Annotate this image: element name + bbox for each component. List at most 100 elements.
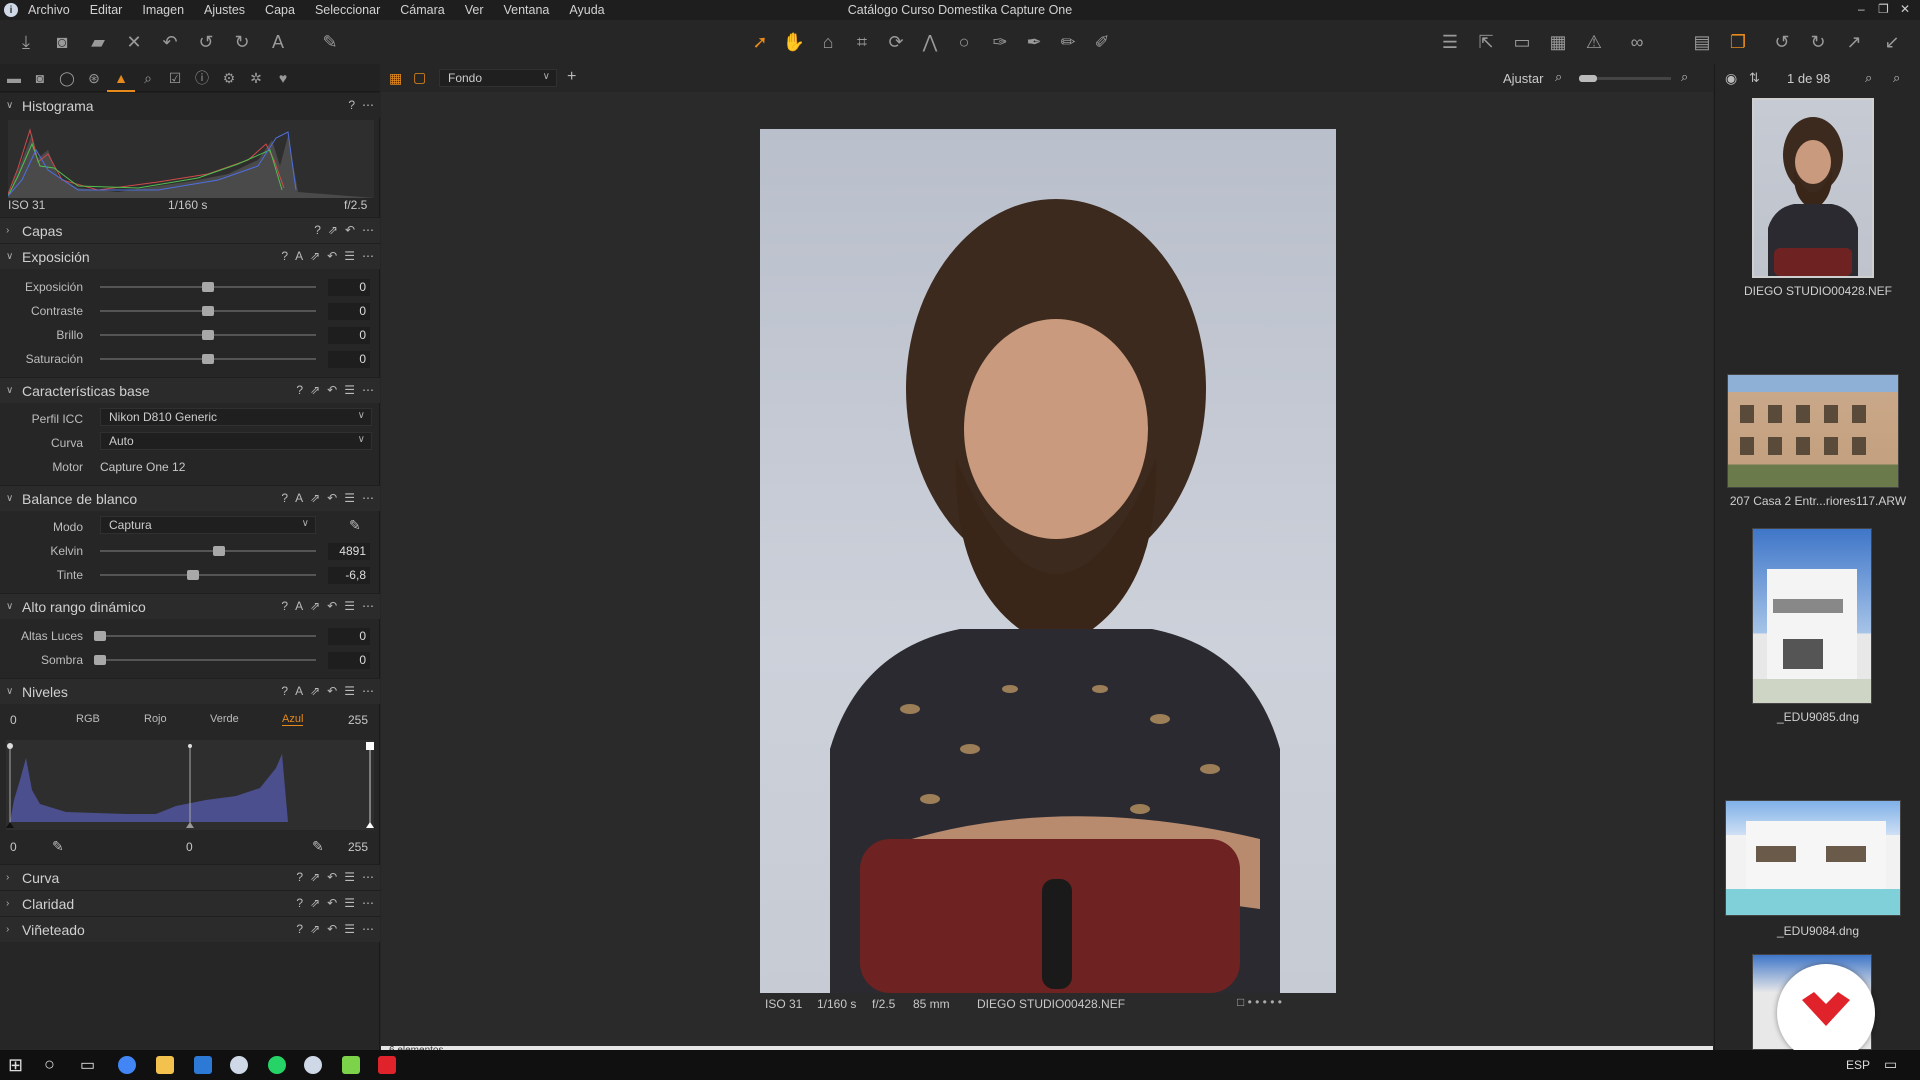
copy-icon[interactable]: ⇗ xyxy=(310,491,320,505)
color-tab-icon[interactable]: ⊛ xyxy=(84,68,104,88)
warning-icon[interactable]: ⚠ xyxy=(1582,30,1606,54)
more-icon[interactable]: ⋯ xyxy=(362,870,374,884)
section-balance-blanco[interactable]: ∨ Balance de blanco ? A ⇗ ↶ ☰ ⋯ xyxy=(0,485,380,511)
close-icon[interactable]: ✕ xyxy=(1900,2,1910,16)
workspace-icon[interactable]: ▤ xyxy=(1690,30,1714,54)
proof-icon[interactable]: ▭ xyxy=(1510,30,1534,54)
kelvin-slider[interactable] xyxy=(100,546,316,556)
rotate-right-icon[interactable]: ↻ xyxy=(1806,30,1830,54)
eraser-icon[interactable]: ✐ xyxy=(1090,30,1114,54)
rating-stars[interactable]: □ • • • • • xyxy=(1237,995,1282,1009)
menu-camara[interactable]: Cámara xyxy=(400,3,444,17)
camtasia-icon[interactable] xyxy=(342,1056,360,1074)
thumbnail-selected[interactable] xyxy=(1752,98,1874,278)
batch-tab-icon[interactable]: ✲ xyxy=(246,68,266,88)
levels-input-right[interactable]: 255 xyxy=(348,713,368,727)
grid-icon[interactable]: ▦ xyxy=(1546,30,1570,54)
section-hdr[interactable]: ∨ Alto rango dinámico ? A ⇗ ↶ ☰ ⋯ xyxy=(0,593,380,619)
slider-knob[interactable] xyxy=(186,570,199,580)
presets-icon[interactable]: ☰ xyxy=(344,896,355,910)
white-picker-icon[interactable]: ✎ xyxy=(312,838,324,855)
single-view-icon[interactable]: ▢ xyxy=(413,69,426,86)
adjustments-tab-icon[interactable]: ☑ xyxy=(165,68,185,88)
import-icon[interactable]: ⤓ xyxy=(14,30,38,54)
copy-icon[interactable]: ⇗ xyxy=(328,223,338,237)
language-indicator[interactable]: ESP xyxy=(1846,1058,1870,1072)
section-curva[interactable]: › Curva ? ⇗ ↶ ☰ ⋯ xyxy=(0,864,380,890)
menu-ventana[interactable]: Ventana xyxy=(504,3,550,17)
thumbnail-2[interactable] xyxy=(1752,528,1872,704)
help-icon[interactable]: ? xyxy=(296,896,303,910)
curve-select[interactable]: Auto ∨ xyxy=(100,432,372,450)
capture-tab-icon[interactable]: ◙ xyxy=(30,68,50,88)
slider-knob[interactable] xyxy=(202,330,214,340)
help-icon[interactable]: ? xyxy=(296,383,303,397)
crop-icon[interactable]: ⌗ xyxy=(850,30,874,54)
metadata-tab-icon[interactable]: ⓘ xyxy=(192,68,212,88)
tint-slider[interactable] xyxy=(100,570,316,580)
auto-icon[interactable]: A xyxy=(295,491,303,505)
help-icon[interactable]: ? xyxy=(314,223,321,237)
more-icon[interactable]: ⋯ xyxy=(362,896,374,910)
edit-icon[interactable]: ✎ xyxy=(318,30,342,54)
viewer-layout-icon[interactable]: ☰ xyxy=(1438,30,1462,54)
presets-icon[interactable]: ☰ xyxy=(344,383,355,397)
brush-icon[interactable]: ✒ xyxy=(1022,30,1046,54)
favorites-tab-icon[interactable]: ♥ xyxy=(273,68,293,88)
library-tab-icon[interactable]: ▬ xyxy=(4,68,24,88)
copy-icon[interactable]: ⇗ xyxy=(310,249,320,263)
camera-icon[interactable]: ◙ xyxy=(50,30,74,54)
contrast-value[interactable]: 0 xyxy=(328,303,370,320)
thumbnail-3[interactable] xyxy=(1725,800,1901,916)
presets-icon[interactable]: ☰ xyxy=(344,249,355,263)
lens-tab-icon[interactable]: ◯ xyxy=(57,68,77,88)
channel-verde[interactable]: Verde xyxy=(210,713,239,725)
reset-icon[interactable]: ↶ xyxy=(327,684,337,698)
thumbnail-1[interactable] xyxy=(1727,374,1899,488)
brightness-slider[interactable] xyxy=(100,330,316,340)
select-cursor-icon[interactable]: ➚ xyxy=(748,30,772,54)
help-icon[interactable]: ? xyxy=(281,249,288,263)
shadows-slider[interactable] xyxy=(94,655,316,665)
presets-icon[interactable]: ☰ xyxy=(344,684,355,698)
notifications-icon[interactable]: ▭ xyxy=(1884,1056,1897,1073)
zoom-knob[interactable] xyxy=(1579,75,1597,82)
fit-button[interactable]: Ajustar xyxy=(1503,71,1543,86)
help-icon[interactable]: ? xyxy=(296,870,303,884)
apply-adjust-icon[interactable]: ↙ xyxy=(1880,30,1904,54)
more-icon[interactable]: ⋯ xyxy=(362,249,374,263)
section-niveles[interactable]: ∨ Niveles ? A ⇗ ↶ ☰ ⋯ xyxy=(0,678,380,704)
levels-output-mid[interactable]: 0 xyxy=(186,840,193,854)
channel-azul[interactable]: Azul xyxy=(282,713,304,726)
rotate-icon[interactable]: ⟳ xyxy=(884,30,908,54)
capture-one-icon[interactable] xyxy=(230,1056,248,1074)
reset-icon[interactable]: ↶ xyxy=(327,383,337,397)
help-icon[interactable]: ? xyxy=(281,491,288,505)
task-view-icon[interactable]: ▭ xyxy=(80,1055,95,1075)
zoom-icon[interactable]: ⌕ xyxy=(1865,70,1872,86)
spot-icon[interactable]: ○ xyxy=(952,30,976,54)
reset-icon[interactable]: ↶ xyxy=(158,30,182,54)
cortana-icon[interactable]: ○ xyxy=(44,1054,55,1075)
multi-view-icon[interactable]: ❐ xyxy=(1726,30,1750,54)
section-histograma[interactable]: ∨ Histograma ? ⋯ xyxy=(0,92,380,118)
presets-icon[interactable]: ☰ xyxy=(344,491,355,505)
reset-icon[interactable]: ↶ xyxy=(327,870,337,884)
menu-capa[interactable]: Capa xyxy=(265,3,295,17)
reset-icon[interactable]: ↶ xyxy=(327,491,337,505)
folder-icon[interactable]: ▰ xyxy=(86,30,110,54)
rotate-left-icon[interactable]: ↺ xyxy=(1770,30,1794,54)
reset-icon[interactable]: ↶ xyxy=(327,249,337,263)
menu-imagen[interactable]: Imagen xyxy=(142,3,184,17)
windows-start-icon[interactable]: ⊞ xyxy=(8,1055,23,1076)
section-exposicion[interactable]: ∨ Exposición ? A ⇗ ↶ ☰ ⋯ xyxy=(0,243,380,269)
levels-output-left[interactable]: 0 xyxy=(10,840,17,854)
zoom-out-icon[interactable]: ⌕ xyxy=(1555,69,1562,85)
copy-icon[interactable]: ⇗ xyxy=(310,896,320,910)
main-photo[interactable] xyxy=(760,129,1336,993)
slider-knob[interactable] xyxy=(94,631,106,641)
redo-icon[interactable]: ↻ xyxy=(230,30,254,54)
more-icon[interactable]: ⋯ xyxy=(362,684,374,698)
copy-icon[interactable]: ⇗ xyxy=(310,870,320,884)
auto-icon[interactable]: A xyxy=(295,249,303,263)
